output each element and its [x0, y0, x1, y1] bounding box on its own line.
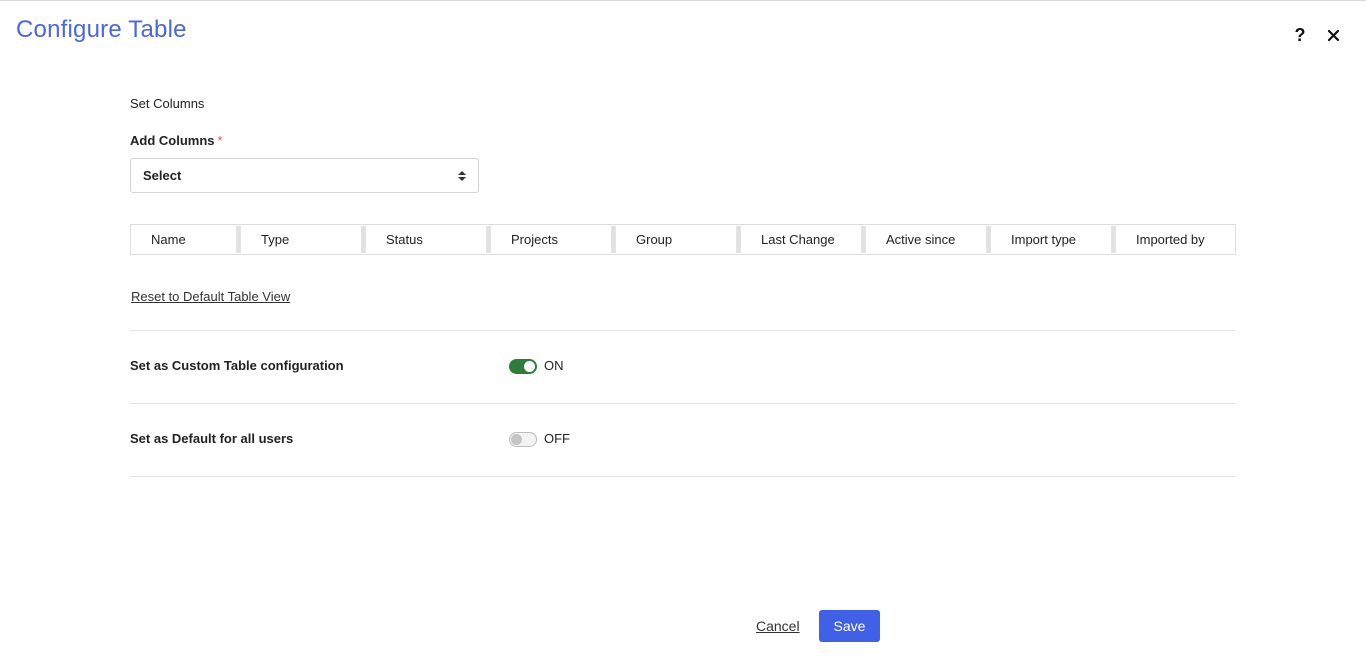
- default-all-users-state: OFF: [544, 431, 570, 446]
- default-all-users-label: Set as Default for all users: [130, 431, 294, 446]
- add-columns-label-text: Add Columns: [130, 133, 215, 148]
- dialog-title: Configure Table: [16, 16, 187, 43]
- column-label: Import type: [1011, 232, 1077, 247]
- column-label: Projects: [511, 232, 558, 247]
- close-button[interactable]: [1322, 24, 1344, 46]
- toggle-knob: [511, 434, 522, 445]
- column-chip-status[interactable]: Status: [366, 225, 491, 254]
- column-chip-imported-by[interactable]: Imported by: [1116, 225, 1233, 254]
- column-chip-group[interactable]: Group: [616, 225, 741, 254]
- custom-config-state: ON: [544, 358, 564, 373]
- column-chip-import-type[interactable]: Import type: [991, 225, 1116, 254]
- save-button[interactable]: Save: [819, 610, 880, 642]
- divider: [130, 403, 1236, 404]
- column-chip-type[interactable]: Type: [241, 225, 366, 254]
- column-chip-active-since[interactable]: Active since: [866, 225, 991, 254]
- add-columns-label: Add Columns *: [130, 133, 223, 148]
- divider: [130, 330, 1236, 331]
- column-order-bar: Name Type Status Projects Group Last Cha…: [130, 224, 1236, 255]
- divider: [130, 476, 1236, 477]
- custom-config-label: Set as Custom Table configuration: [130, 358, 344, 373]
- column-label: Name: [151, 232, 186, 247]
- select-value: Select: [143, 168, 182, 183]
- sort-arrows-icon: [458, 170, 466, 181]
- default-all-users-toggle[interactable]: [509, 432, 537, 447]
- custom-config-toggle[interactable]: [509, 359, 537, 374]
- required-marker: *: [217, 133, 223, 148]
- column-label: Last Change: [761, 232, 835, 247]
- reset-default-view-link[interactable]: Reset to Default Table View: [131, 289, 290, 304]
- column-label: Group: [636, 232, 673, 247]
- column-label: Type: [261, 232, 290, 247]
- column-label: Imported by: [1136, 232, 1205, 247]
- close-icon: [1327, 29, 1339, 41]
- column-chip-last-change[interactable]: Last Change: [741, 225, 866, 254]
- column-label: Active since: [886, 232, 956, 247]
- help-button[interactable]: ?: [1289, 24, 1311, 46]
- help-icon: ?: [1294, 24, 1306, 45]
- column-chip-projects[interactable]: Projects: [491, 225, 616, 254]
- column-chip-name[interactable]: Name: [131, 225, 241, 254]
- toggle-knob: [524, 361, 535, 372]
- column-label: Status: [386, 232, 423, 247]
- top-border: [0, 0, 1366, 1]
- cancel-button[interactable]: Cancel: [756, 618, 800, 634]
- add-columns-select[interactable]: Select: [130, 158, 479, 193]
- set-columns-heading: Set Columns: [130, 96, 205, 111]
